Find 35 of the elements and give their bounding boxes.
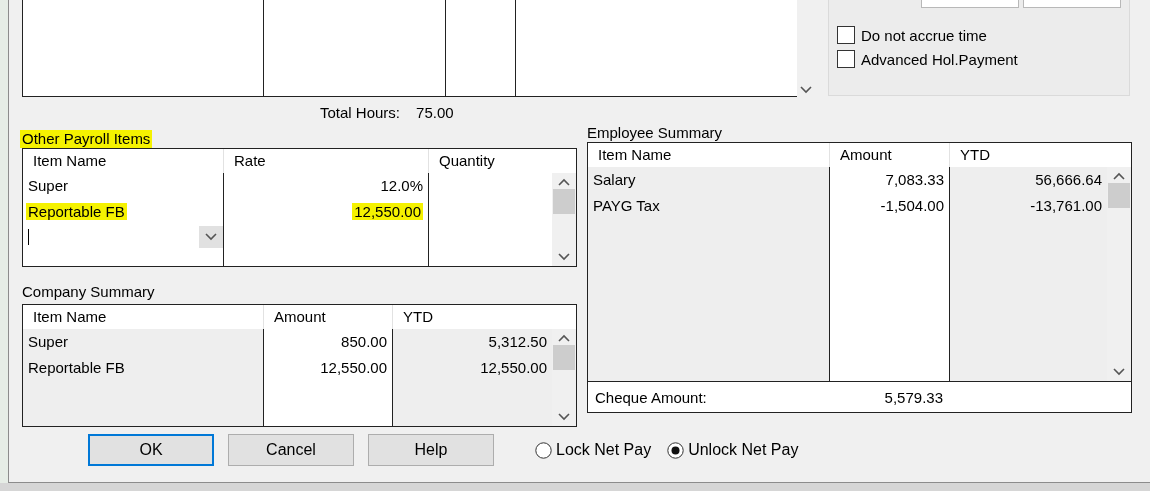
radio-label: Unlock Net Pay — [688, 441, 799, 459]
total-hours-value: 75.00 — [416, 104, 454, 121]
table-cell: 7,083.33 — [885, 171, 944, 188]
column-header[interactable]: Item Name — [23, 149, 223, 173]
dialog-button[interactable]: Help — [368, 434, 494, 466]
table-cell: Super — [28, 333, 69, 350]
table-cell: 850.00 — [341, 333, 387, 350]
radio-option[interactable]: Lock Net Pay — [535, 441, 652, 459]
table-cell: Salary — [593, 171, 636, 188]
table-cell: 56,666.64 — [1035, 171, 1102, 188]
group-title: Company Summary — [22, 283, 155, 301]
column-header[interactable]: Item Name — [23, 305, 263, 329]
group-title: Other Payroll Items — [20, 130, 153, 148]
table-cell: 12,550.00 — [320, 359, 387, 376]
table-cell: Super — [28, 177, 69, 194]
checkbox-label: Advanced Hol.Payment — [861, 50, 1018, 68]
table-cell: PAYG Tax — [593, 197, 660, 214]
table-cell: -13,761.00 — [1030, 197, 1102, 214]
table-cell: 12,550.00 — [480, 359, 547, 376]
table-cell: Reportable FB — [26, 203, 127, 220]
column-header[interactable]: Item Name — [588, 143, 829, 167]
table-cell: -1,504.00 — [880, 197, 944, 214]
dialog-button[interactable]: OK — [88, 434, 214, 466]
table-cell: 5,312.50 — [488, 333, 547, 350]
table-cell: Reportable FB — [28, 359, 125, 376]
total-hours-label: Total Hours: — [320, 104, 401, 121]
dialog-button[interactable]: Cancel — [228, 434, 354, 466]
radio-label: Lock Net Pay — [556, 441, 652, 459]
radio-option[interactable]: Unlock Net Pay — [667, 441, 799, 459]
cheque-amount-label: Cheque Amount: — [594, 388, 708, 406]
cheque-amount-value: 5,579.33 — [883, 388, 944, 406]
table-cell: 12,550.00 — [352, 203, 423, 220]
checkbox-label: Do not accrue time — [861, 26, 987, 44]
group-title: Employee Summary — [587, 124, 723, 142]
table-cell: 12.0% — [380, 177, 423, 194]
